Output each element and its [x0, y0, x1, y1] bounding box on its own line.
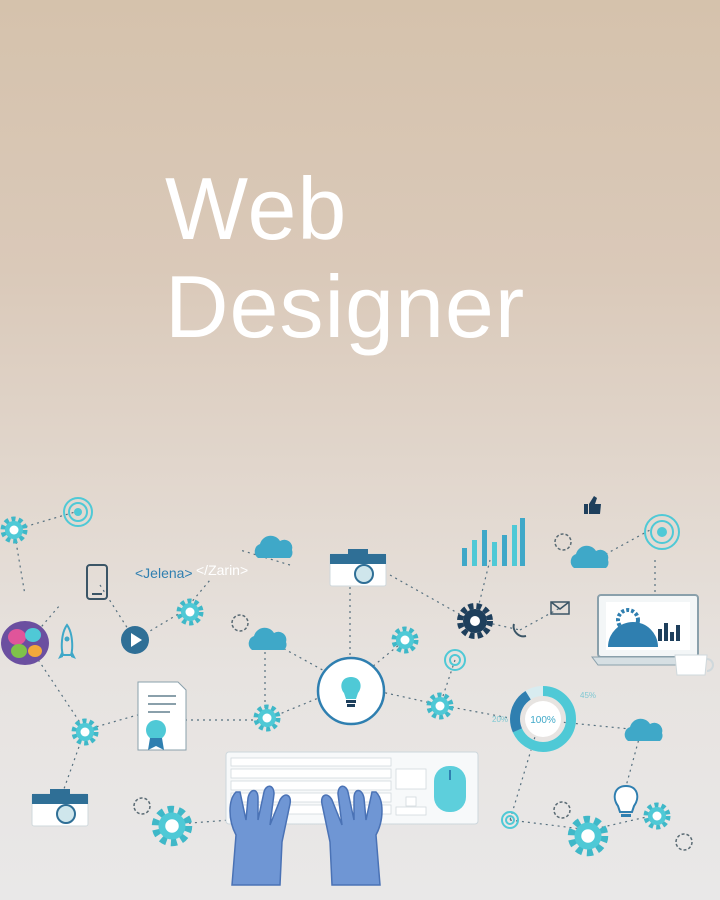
- gear-outline-icon: [553, 801, 571, 819]
- gear-outline-icon: [133, 797, 151, 815]
- certificate-icon: [137, 681, 187, 751]
- cup-icon: [674, 654, 714, 676]
- progress-ring: 100%: [510, 686, 576, 752]
- cloud-icon: [254, 535, 293, 558]
- gear-icon: [151, 805, 193, 847]
- headline-line-2: Designer: [165, 257, 526, 356]
- target-icon: [644, 514, 680, 550]
- lightbulb-icon: [613, 784, 639, 817]
- headline-line-1: Web: [165, 159, 348, 258]
- camera-icon: [329, 548, 387, 587]
- bar-chart-icon: [462, 518, 525, 566]
- small-label: 45%: [580, 691, 596, 700]
- headline: Web Designer: [165, 160, 525, 356]
- cloud-icon: [248, 627, 287, 650]
- gear-icon: [179, 601, 201, 623]
- rocket-icon: [58, 623, 76, 659]
- gear-outline-icon: [554, 533, 572, 551]
- gear-outline-icon: [231, 614, 249, 632]
- lightbulb-icon: [316, 656, 386, 726]
- code-tag: <Jelena> </Zarin>: [135, 562, 248, 581]
- progress-ring-label: 100%: [530, 715, 556, 726]
- phone-icon: [86, 564, 108, 600]
- thumbs-up-icon: [584, 496, 601, 514]
- gear-icon: [256, 707, 278, 729]
- gear-outline-icon: [675, 833, 693, 851]
- gear-icon: [429, 695, 451, 717]
- cloud-icon: [570, 545, 609, 568]
- cloud-icon: [624, 718, 663, 741]
- code-tag-open: <Jelena>: [135, 565, 193, 581]
- gear-icon: [394, 629, 416, 651]
- dark-gear-icon: [457, 603, 493, 639]
- small-label: 20%: [492, 715, 508, 724]
- code-tag-close: </Zarin>: [196, 562, 248, 578]
- camera-icon: [31, 788, 89, 827]
- mouse-icon: [434, 766, 466, 812]
- target-icon: [63, 497, 93, 527]
- mail-icon: [550, 601, 570, 615]
- brain-icon: [1, 621, 49, 665]
- gear-icon: [567, 815, 609, 857]
- gear-icon: [3, 519, 25, 541]
- call-icon: [512, 623, 527, 638]
- play-icon: [121, 626, 149, 654]
- gear-icon: [646, 805, 668, 827]
- web-design-illustration: <Jelena> </Zarin> 100% 45% 20%: [0, 496, 714, 886]
- gear-icon: [74, 721, 96, 743]
